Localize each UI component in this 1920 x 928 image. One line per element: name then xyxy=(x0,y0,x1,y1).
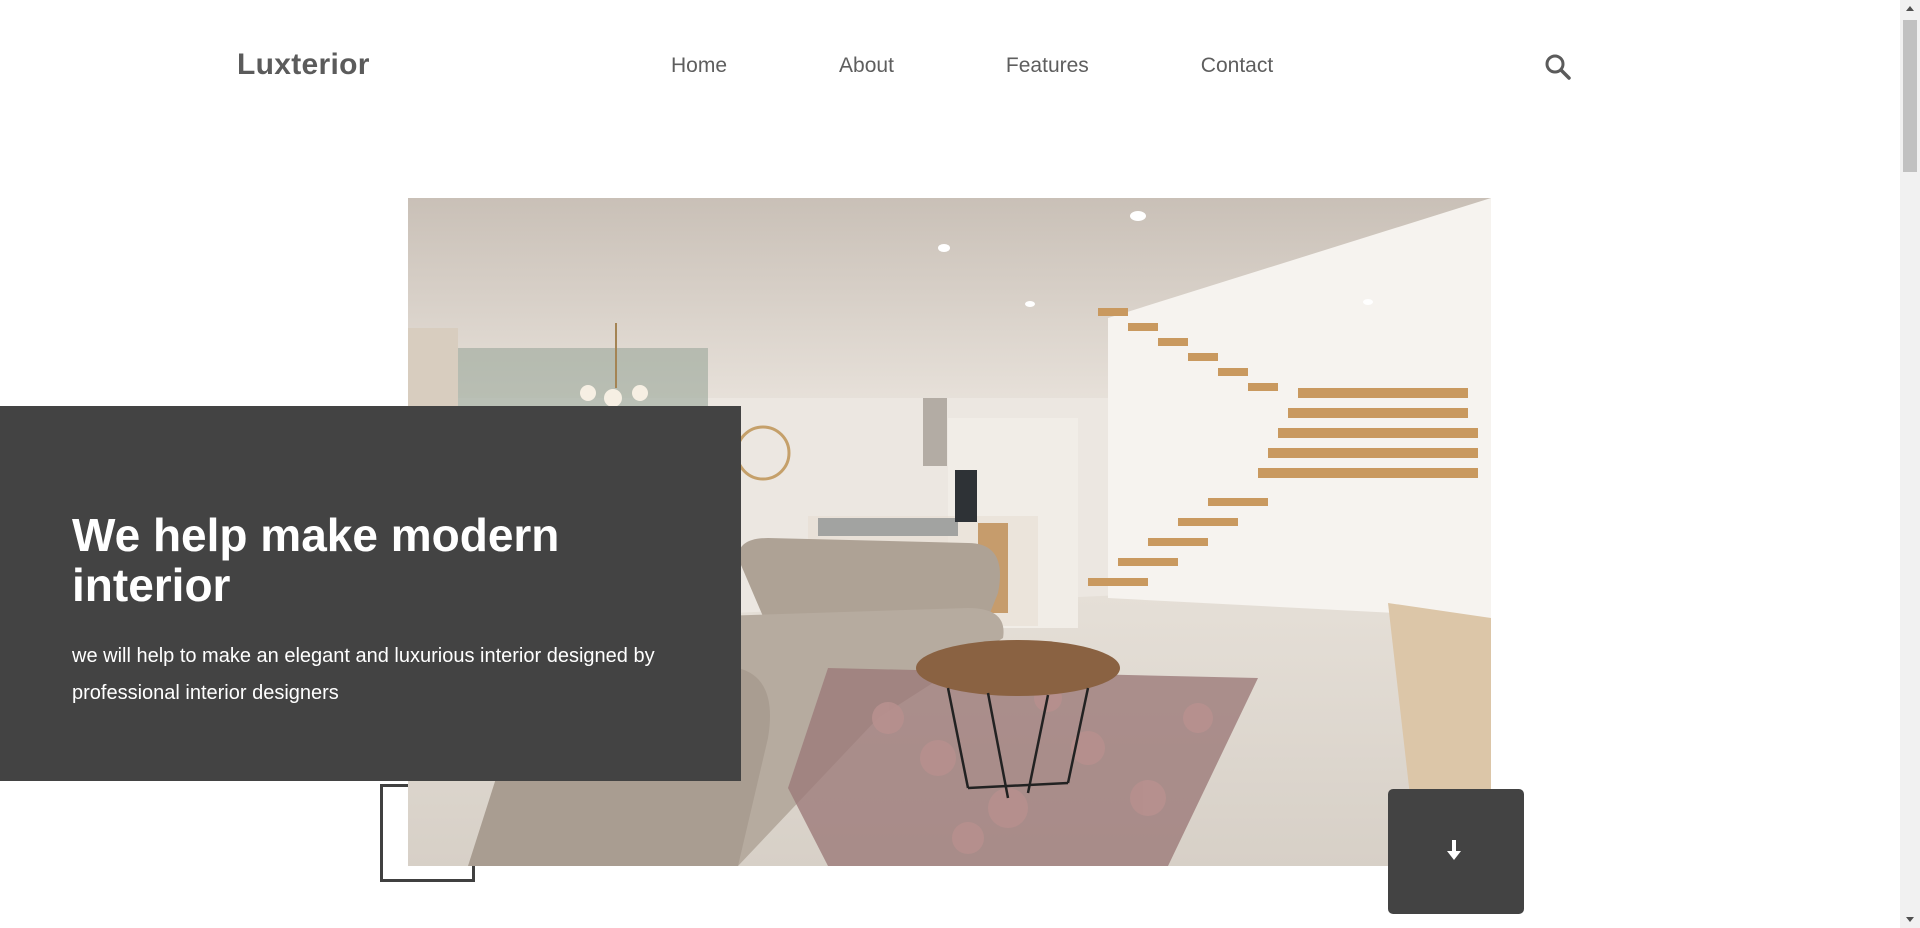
main-nav: Home About Features Contact xyxy=(671,54,1273,78)
nav-features[interactable]: Features xyxy=(1006,54,1089,78)
scrollbar-thumb[interactable] xyxy=(1903,20,1917,172)
hero-text-panel: We help make modern interior we will hel… xyxy=(0,406,741,781)
nav-contact[interactable]: Contact xyxy=(1201,54,1273,78)
hero-title: We help make modern interior xyxy=(72,509,560,611)
arrow-down-icon xyxy=(1447,840,1461,860)
hero-subtitle: we will help to make an elegant and luxu… xyxy=(72,645,655,704)
page: Luxterior Home About Features Contact We… xyxy=(0,0,1900,928)
brand-logo[interactable]: Luxterior xyxy=(237,48,370,82)
nav-about[interactable]: About xyxy=(839,54,894,78)
vertical-scrollbar[interactable] xyxy=(1900,0,1920,928)
scroll-down-arrow-icon[interactable] xyxy=(1900,911,1920,928)
search-icon[interactable] xyxy=(1544,53,1572,81)
scroll-up-arrow-icon[interactable] xyxy=(1900,0,1920,17)
nav-home[interactable]: Home xyxy=(671,54,727,78)
scroll-down-button[interactable] xyxy=(1388,789,1524,914)
